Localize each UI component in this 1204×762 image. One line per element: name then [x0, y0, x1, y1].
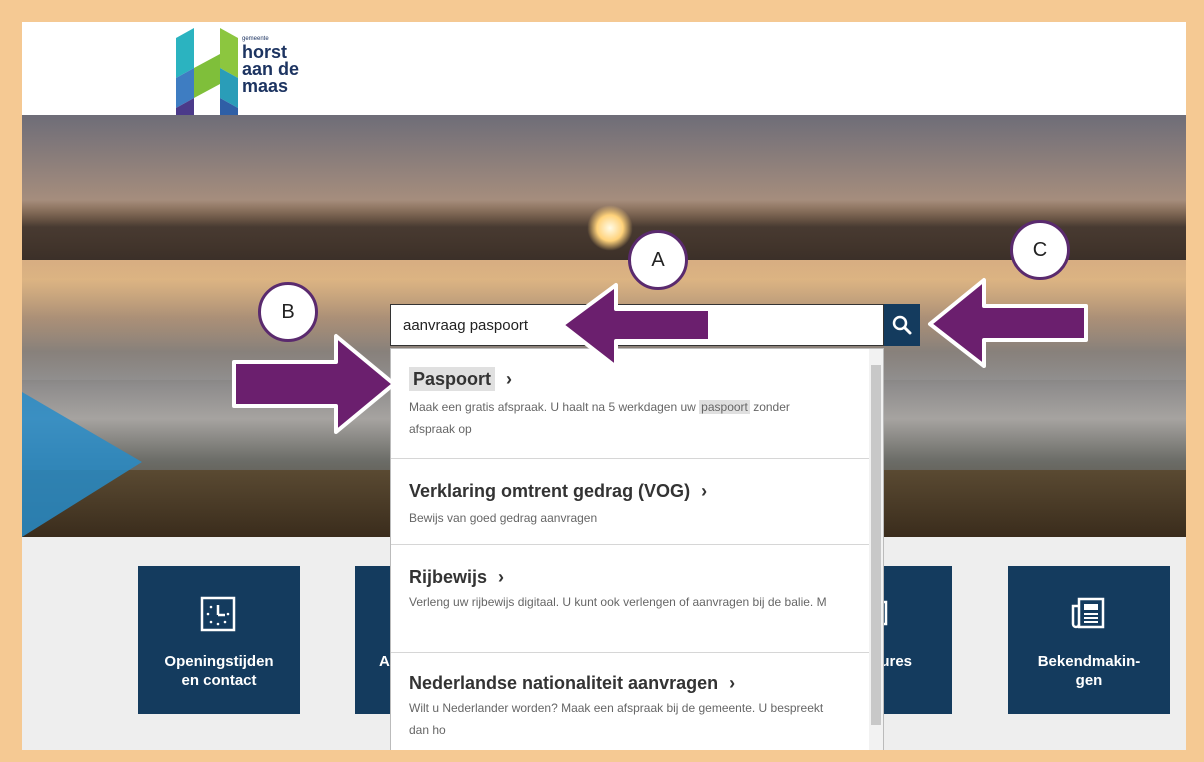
suggestion-desc: Verleng uw rijbewijs digitaal. U kunt oo…	[409, 595, 827, 609]
annotation-badge-b: B	[258, 282, 318, 342]
tile-bekendmakingen[interactable]: Bekendmakin- gen	[1008, 566, 1170, 714]
suggestion-desc: Maak een gratis afspraak. U haalt na 5 w…	[409, 396, 829, 440]
suggestion-title: Paspoort ›	[409, 367, 513, 391]
tile-label: Openingstijden en contact	[138, 652, 300, 690]
chevron-right-icon: ›	[498, 567, 505, 587]
hero-sun	[587, 205, 633, 251]
chevron-right-icon: ›	[701, 481, 708, 501]
search-icon	[892, 315, 912, 335]
tile-label-line-2: en contact	[181, 672, 257, 689]
arrow-b-icon	[232, 334, 396, 434]
suggestion-desc-text: Maak een gratis afspraak. U haalt na 5 w…	[409, 400, 700, 414]
suggestion-title-text: Paspoort	[409, 367, 496, 391]
site-header: gemeente horst aan de maas	[22, 22, 1186, 124]
suggestion-desc: Wilt u Nederlander worden? Maak een afsp…	[409, 701, 824, 737]
suggestion-title-text: Nederlandse nationaliteit aanvragen	[409, 673, 719, 693]
annotation-badge-c: C	[1010, 220, 1070, 280]
scrollbar[interactable]	[869, 349, 883, 750]
decorative-triangle	[22, 392, 142, 537]
arrow-c-icon	[928, 278, 1088, 368]
page-frame: gemeente horst aan de maas Openingstijde…	[22, 22, 1186, 750]
tile-label-line-1: Bekendmakin-	[1037, 653, 1141, 670]
search-suggestions: Paspoort › Maak een gratis afspraak. U h…	[390, 348, 884, 750]
tile-label: Bekendmakin- gen	[1008, 652, 1170, 690]
search-term-highlight: paspoort	[699, 400, 750, 414]
suggestion-item-vog[interactable]: Verklaring omtrent gedrag (VOG) › Bewijs…	[391, 459, 871, 545]
suggestion-item-nationaliteit[interactable]: Nederlandse nationaliteit aanvragen › Wi…	[391, 653, 871, 750]
chevron-right-icon: ›	[729, 673, 736, 693]
tile-label-line-1: Openingstijden	[164, 653, 274, 670]
logo-mark-icon	[176, 28, 238, 124]
suggestion-desc: Bewijs van goed gedrag aanvragen	[409, 511, 598, 525]
tile-label-line-2: gen	[1075, 672, 1103, 689]
scroll-thumb[interactable]	[871, 365, 881, 725]
suggestion-title: Verklaring omtrent gedrag (VOG) ›	[409, 481, 707, 502]
arrow-a-icon	[560, 283, 712, 369]
tile-openingstijden[interactable]: Openingstijden en contact	[138, 566, 300, 714]
search-button[interactable]	[884, 304, 920, 346]
site-logo[interactable]: gemeente horst aan de maas	[176, 28, 316, 128]
newspaper-icon	[1071, 597, 1105, 629]
suggestion-title: Nederlandse nationaliteit aanvragen ›	[409, 673, 735, 694]
suggestion-title-text: Rijbewijs	[409, 567, 488, 587]
logo-line-3: maas	[242, 76, 289, 96]
clock-icon	[200, 596, 236, 632]
logo-name: horst aan de maas	[242, 43, 299, 96]
suggestion-title-text: Verklaring omtrent gedrag (VOG)	[409, 481, 691, 501]
suggestion-item-rijbewijs[interactable]: Rijbewijs › Verleng uw rijbewijs digitaa…	[391, 545, 871, 653]
annotation-badge-a: A	[628, 230, 688, 290]
chevron-right-icon: ›	[506, 369, 513, 389]
suggestion-title: Rijbewijs ›	[409, 567, 504, 588]
